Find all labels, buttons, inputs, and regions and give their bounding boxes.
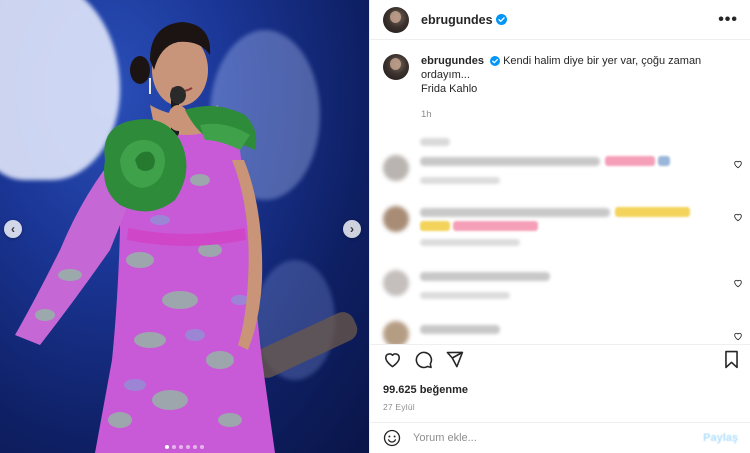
blurred-emoji	[615, 207, 690, 217]
caption-signature: Frida Kahlo	[421, 83, 478, 95]
blurred-comment-text	[420, 208, 610, 217]
heart-icon[interactable]	[733, 159, 743, 169]
blurred-comment-text	[420, 272, 550, 281]
avatar	[383, 270, 409, 296]
blurred-comment-meta	[420, 292, 510, 299]
blurred-comment-meta	[420, 239, 520, 246]
chevron-left-icon[interactable]: ‹	[4, 220, 22, 238]
carousel-dot	[193, 445, 197, 449]
carousel-dot	[165, 445, 169, 449]
chevron-right-icon[interactable]: ›	[343, 220, 361, 238]
carousel-dot	[179, 445, 183, 449]
avatar	[383, 321, 409, 344]
verified-icon	[490, 56, 501, 66]
heart-icon[interactable]	[733, 278, 743, 288]
save-icon[interactable]	[723, 350, 740, 369]
blurred-emoji	[453, 221, 538, 231]
post-header: ebrugundes •••	[370, 0, 750, 40]
carousel-dot	[186, 445, 190, 449]
post-time[interactable]: 1h	[421, 108, 721, 122]
list-item	[383, 321, 743, 344]
heart-icon[interactable]	[733, 212, 743, 222]
carousel-dot	[200, 445, 204, 449]
carousel-dot	[172, 445, 176, 449]
likes-count[interactable]: 99.625 beğenme	[383, 384, 468, 396]
blurred-comment-text	[420, 325, 500, 334]
post-details-panel: ebrugundes ••• ebrugundes Kendi halim di…	[369, 0, 750, 453]
performer-photo	[15, 22, 275, 453]
comment-input[interactable]	[413, 432, 704, 444]
list-item	[383, 270, 743, 310]
emoji-icon[interactable]	[383, 429, 401, 447]
list-item	[383, 155, 743, 195]
avatar	[383, 155, 409, 181]
blurred-emoji	[658, 156, 670, 166]
comments-scroll-area[interactable]: ebrugundes Kendi halim diye bir yer var,…	[370, 41, 750, 344]
avatar[interactable]	[383, 6, 409, 33]
more-icon[interactable]: •••	[718, 11, 738, 29]
blurred-comment-count	[420, 138, 450, 146]
post-media[interactable]: ‹ ›	[0, 0, 369, 453]
heart-icon[interactable]	[733, 331, 743, 341]
verified-icon	[495, 14, 507, 25]
blurred-emoji	[420, 221, 450, 231]
share-icon[interactable]	[445, 350, 464, 369]
avatar	[383, 206, 409, 232]
comment-icon[interactable]	[414, 350, 433, 369]
username-link[interactable]: ebrugundes	[421, 13, 493, 27]
list-item	[383, 206, 743, 252]
blurred-comment-meta	[420, 177, 500, 184]
heart-icon[interactable]	[383, 350, 402, 369]
action-bar	[383, 350, 739, 374]
caption-username[interactable]: ebrugundes	[421, 55, 484, 67]
add-comment-bar: Paylaş	[370, 422, 750, 453]
blurred-comment-text	[420, 157, 600, 166]
blurred-emoji	[605, 156, 655, 166]
post-comment-button[interactable]: Paylaş	[703, 432, 738, 444]
post-caption: ebrugundes Kendi halim diye bir yer var,…	[370, 41, 750, 122]
divider	[370, 344, 750, 345]
post-date: 27 Eylül	[383, 402, 415, 412]
carousel-indicator	[0, 445, 369, 449]
avatar[interactable]	[383, 54, 409, 80]
